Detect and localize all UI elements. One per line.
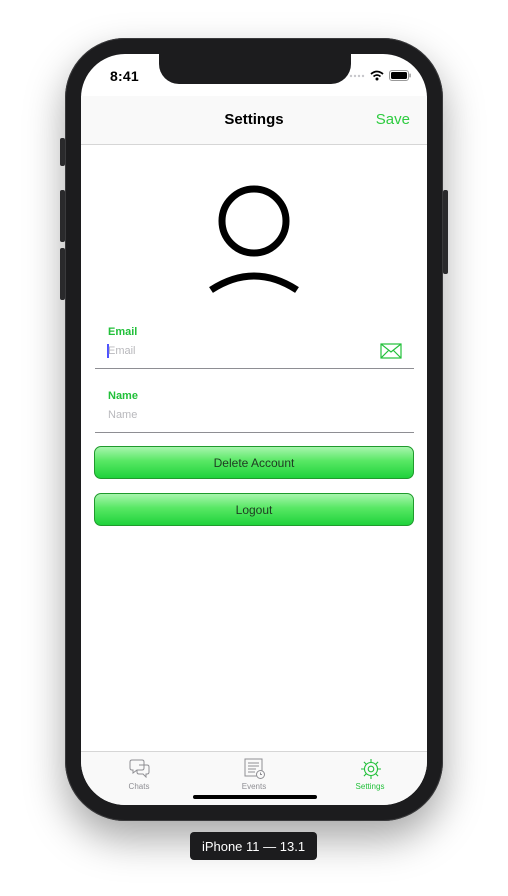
email-underline — [95, 368, 414, 369]
navigation-bar: Settings Save — [81, 96, 427, 145]
email-label: Email — [108, 326, 138, 338]
envelope-icon — [380, 343, 402, 359]
cellular-signal-icon — [349, 74, 365, 78]
status-time: 8:41 — [110, 68, 139, 84]
battery-icon — [389, 69, 411, 81]
person-silhouette-icon — [209, 185, 299, 293]
save-button[interactable]: Save — [376, 111, 410, 128]
tab-settings-label: Settings — [355, 782, 385, 791]
status-indicators — [349, 69, 411, 81]
gear-icon — [361, 759, 381, 779]
delete-account-label: Delete Account — [213, 455, 295, 470]
silent-switch — [60, 138, 65, 166]
app-screen: 8:41 Settings Save Email Email Name Name… — [81, 54, 427, 805]
wifi-icon — [370, 70, 384, 80]
device-frame: 8:41 Settings Save Email Email Name Name… — [60, 38, 448, 821]
notch — [159, 54, 351, 84]
simulator-device-label: iPhone 11 — 13.1 — [190, 832, 317, 860]
events-list-icon — [244, 758, 265, 779]
name-underline — [95, 432, 414, 433]
volume-down-button — [60, 248, 65, 300]
tab-chats[interactable]: Chats — [99, 752, 179, 800]
home-indicator[interactable] — [193, 795, 317, 799]
chat-bubbles-icon — [129, 759, 150, 778]
logout-label: Logout — [235, 502, 273, 517]
email-field[interactable] — [108, 342, 376, 360]
volume-up-button — [60, 190, 65, 242]
power-button — [443, 190, 448, 274]
tab-chats-label: Chats — [128, 782, 150, 791]
name-field[interactable] — [108, 406, 376, 424]
name-label: Name — [108, 390, 138, 402]
logout-button[interactable]: Logout — [94, 493, 414, 526]
tab-settings[interactable]: Settings — [330, 752, 410, 800]
tab-events-label: Events — [241, 782, 267, 791]
tab-events[interactable]: Events — [214, 752, 294, 800]
delete-account-button[interactable]: Delete Account — [94, 446, 414, 479]
